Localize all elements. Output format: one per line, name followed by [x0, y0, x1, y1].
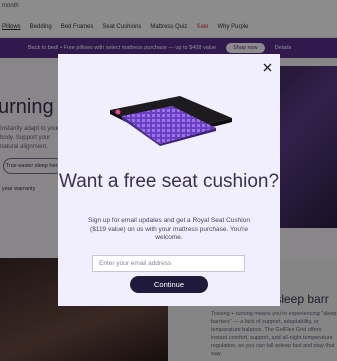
modal-title: Want a free seat cushion? — [58, 171, 280, 192]
modal-description: Sign up for email updates and get a Roya… — [88, 217, 250, 241]
signup-modal: Want a free seat cushion? Sign up for em… — [58, 54, 280, 306]
email-input[interactable] — [92, 255, 245, 272]
seat-cushion-image — [110, 96, 232, 146]
continue-button[interactable]: Continue — [130, 276, 208, 293]
close-icon[interactable] — [260, 60, 274, 74]
